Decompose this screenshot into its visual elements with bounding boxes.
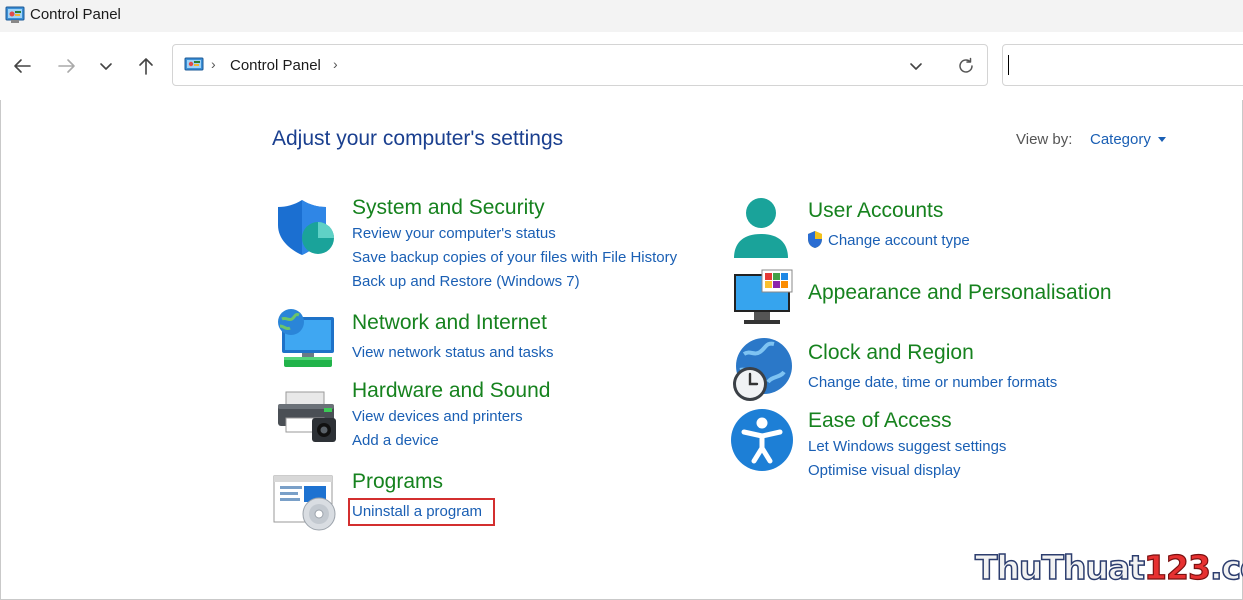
control-panel-icon xyxy=(184,57,204,71)
watermark-part3: .com xyxy=(1209,547,1243,588)
category-title-appearance[interactable]: Appearance and Personalisation xyxy=(808,281,1112,305)
category-title-network-internet[interactable]: Network and Internet xyxy=(352,311,547,335)
recent-dropdown-icon[interactable] xyxy=(94,54,118,78)
printer-icon[interactable] xyxy=(274,388,338,446)
link-file-history[interactable]: Save backup copies of your files with Fi… xyxy=(352,249,677,266)
programs-icon[interactable] xyxy=(272,472,338,532)
highlight-box xyxy=(348,498,495,526)
link-review-status[interactable]: Review your computer's status xyxy=(352,225,556,242)
title-bar: Control Panel xyxy=(0,0,1243,32)
category-title-user-accounts[interactable]: User Accounts xyxy=(808,199,943,223)
link-change-date-formats[interactable]: Change date, time or number formats xyxy=(808,374,1057,391)
forward-arrow-icon[interactable] xyxy=(55,54,79,78)
view-by-dropdown[interactable]: Category xyxy=(1090,131,1151,148)
control-panel-icon xyxy=(5,6,25,23)
link-backup-restore[interactable]: Back up and Restore (Windows 7) xyxy=(352,273,580,290)
category-title-clock-region[interactable]: Clock and Region xyxy=(808,341,974,365)
link-devices-printers[interactable]: View devices and printers xyxy=(352,408,523,425)
window-title: Control Panel xyxy=(30,6,121,23)
link-optimise-display[interactable]: Optimise visual display xyxy=(808,462,961,479)
address-bar[interactable]: › Control Panel › xyxy=(172,44,988,86)
watermark-part2: 123 xyxy=(1143,547,1211,587)
search-input[interactable] xyxy=(1002,44,1243,86)
accessibility-icon[interactable] xyxy=(730,408,794,472)
link-network-status[interactable]: View network status and tasks xyxy=(352,344,554,361)
category-title-hardware-sound[interactable]: Hardware and Sound xyxy=(352,379,550,403)
network-icon[interactable] xyxy=(274,307,336,369)
up-arrow-icon[interactable] xyxy=(134,54,158,78)
category-title-ease-access[interactable]: Ease of Access xyxy=(808,409,952,433)
user-icon[interactable] xyxy=(730,196,794,260)
address-dropdown-icon[interactable] xyxy=(906,56,926,76)
watermark-logo: ThuThuat123.com xyxy=(974,547,1243,588)
navigation-bar: › Control Panel › xyxy=(0,32,1243,100)
category-title-system-security[interactable]: System and Security xyxy=(352,196,545,220)
uac-shield-icon xyxy=(808,231,822,248)
link-change-account-type[interactable]: Change account type xyxy=(828,232,970,249)
page-title: Adjust your computer's settings xyxy=(272,127,564,150)
back-arrow-icon[interactable] xyxy=(10,54,34,78)
refresh-icon[interactable] xyxy=(955,55,977,77)
link-windows-suggest[interactable]: Let Windows suggest settings xyxy=(808,438,1006,455)
monitor-icon[interactable] xyxy=(730,268,796,326)
shield-icon[interactable] xyxy=(274,198,336,258)
view-by-label: View by: xyxy=(1016,131,1073,148)
link-add-device[interactable]: Add a device xyxy=(352,432,439,449)
watermark-part1: ThuThuat xyxy=(974,547,1146,588)
chevron-right-icon[interactable]: › xyxy=(211,56,216,72)
clock-globe-icon[interactable] xyxy=(728,336,796,404)
caret-down-icon[interactable] xyxy=(1158,137,1166,142)
chevron-right-icon[interactable]: › xyxy=(333,56,338,72)
text-caret xyxy=(1008,55,1009,75)
breadcrumb-control-panel[interactable]: Control Panel xyxy=(230,57,321,74)
category-title-programs[interactable]: Programs xyxy=(352,470,443,494)
